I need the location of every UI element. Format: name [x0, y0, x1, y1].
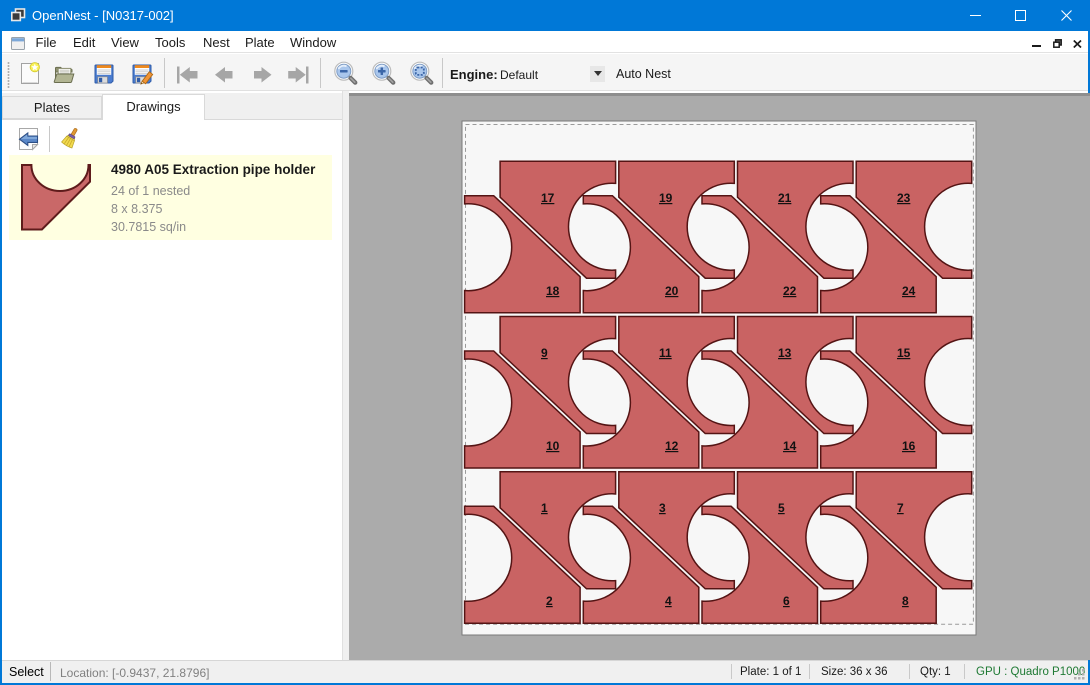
svg-text:14: 14 [783, 439, 797, 453]
svg-text:6: 6 [783, 594, 790, 608]
svg-text:10: 10 [546, 439, 560, 453]
svg-text:2: 2 [546, 594, 553, 608]
svg-text:15: 15 [897, 346, 911, 360]
svg-text:17: 17 [541, 191, 555, 205]
svg-text:3: 3 [659, 501, 666, 515]
svg-text:7: 7 [897, 501, 904, 515]
svg-text:12: 12 [665, 439, 679, 453]
svg-text:21: 21 [778, 191, 792, 205]
svg-text:4: 4 [665, 594, 672, 608]
svg-text:11: 11 [659, 346, 672, 360]
svg-text:13: 13 [778, 346, 792, 360]
svg-text:23: 23 [897, 191, 911, 205]
svg-text:22: 22 [783, 284, 797, 298]
svg-text:19: 19 [659, 191, 673, 205]
svg-text:1: 1 [541, 501, 548, 515]
svg-text:16: 16 [902, 439, 916, 453]
svg-text:20: 20 [665, 284, 679, 298]
svg-text:18: 18 [546, 284, 560, 298]
svg-text:9: 9 [541, 346, 548, 360]
svg-text:8: 8 [902, 594, 909, 608]
svg-text:24: 24 [902, 284, 916, 298]
svg-text:5: 5 [778, 501, 785, 515]
